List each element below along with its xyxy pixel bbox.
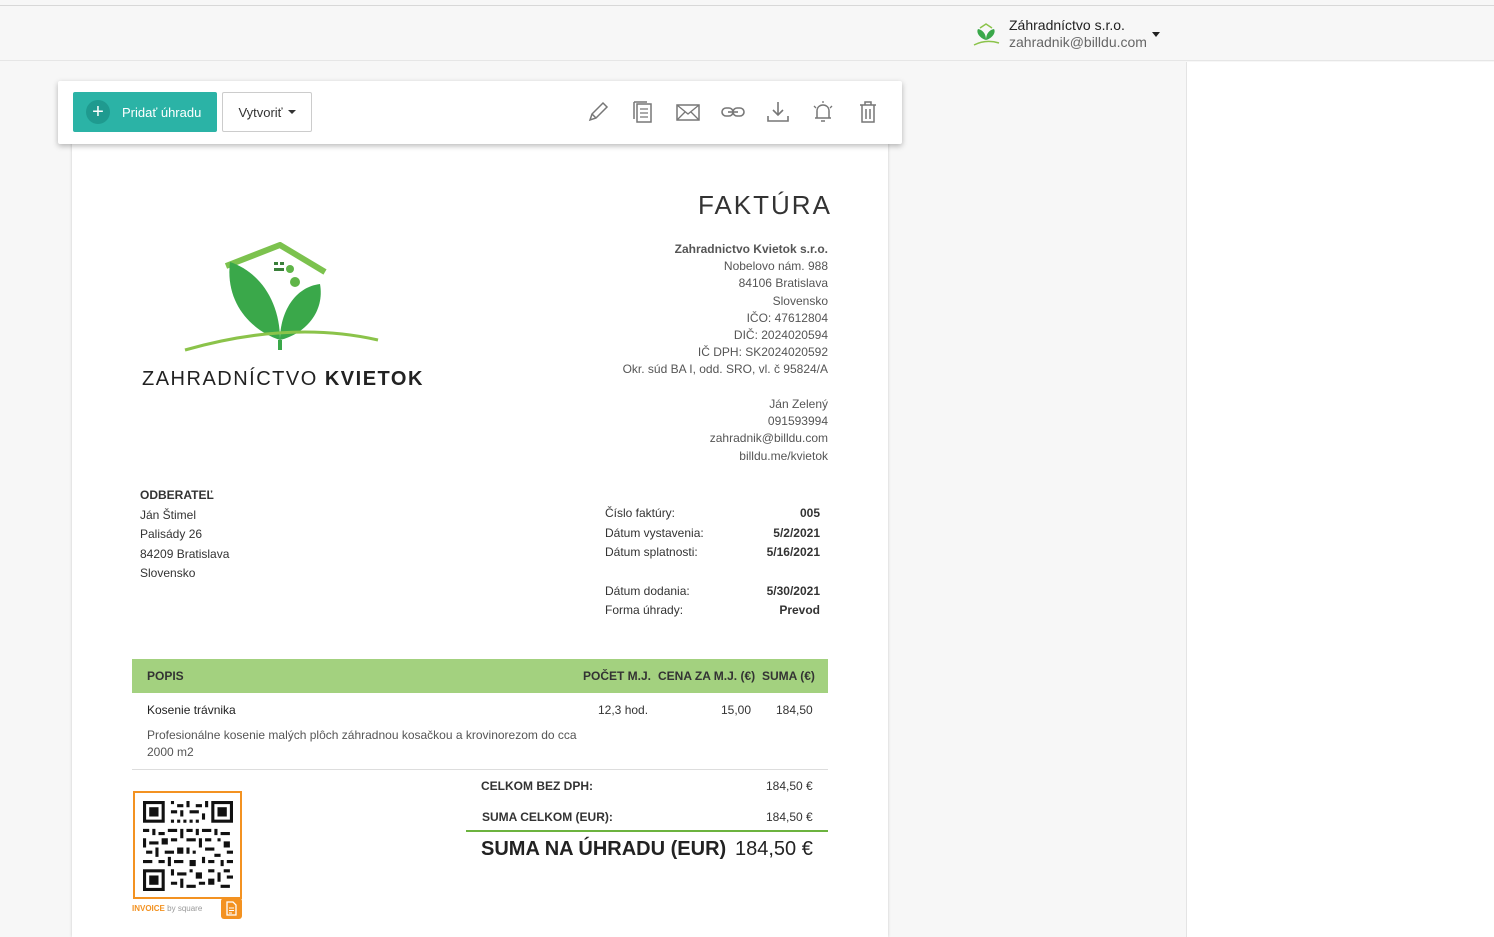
download-icon[interactable]	[765, 99, 791, 125]
logo-text-regular: ZAHRADNÍCTVO	[142, 368, 318, 390]
seller-icdph: IČ DPH: SK2024020592	[697, 345, 828, 360]
buyer-street: Palisády 26	[140, 527, 203, 541]
contact-email: zahradnik@billdu.com	[709, 431, 828, 446]
right-side-panel	[1186, 62, 1494, 937]
qr-code	[133, 791, 242, 899]
account-dropdown-caret-icon[interactable]	[1152, 32, 1160, 37]
due-date-label: Dátum splatnosti:	[605, 545, 698, 559]
invoice-number: 005	[799, 506, 820, 520]
copy-icon[interactable]	[630, 99, 656, 125]
contact-phone: 091593994	[767, 414, 828, 429]
buyer-city: 84209 Bratislava	[140, 546, 230, 561]
buyer-label: ODBERATEĽ	[140, 488, 214, 502]
pay-by-square-by: by square	[167, 904, 203, 913]
net-total: 184,50 €	[766, 779, 813, 793]
item-price: 15,00	[721, 703, 752, 717]
create-dropdown-button[interactable]: Vytvoriť	[222, 92, 312, 132]
total-divider	[466, 830, 828, 832]
seller-city: 84106 Bratislava	[738, 276, 828, 291]
seller-name: Zahradnictvo Kvietok s.r.o.	[674, 242, 828, 256]
link-icon[interactable]	[720, 99, 746, 125]
contact-person: Ján Zelený	[769, 397, 828, 411]
add-payment-button[interactable]: + Pridať úhradu	[73, 92, 217, 132]
app-header	[0, 6, 1494, 61]
trash-icon[interactable]	[855, 99, 881, 125]
payment-method-label: Forma úhrady:	[605, 603, 684, 617]
grand-total-label: SUMA CELKOM (EUR):	[482, 810, 613, 824]
due-date: 5/16/2021	[766, 545, 820, 559]
seller-block: Zahradnictvo Kvietok s.r.o. Nobelovo nám…	[568, 241, 828, 379]
buyer-name: Ján Štimel	[140, 507, 197, 522]
net-total-label: CELKOM BEZ DPH:	[481, 779, 593, 793]
divider	[132, 769, 828, 770]
buyer-country: Slovensko	[140, 566, 196, 580]
delivery-date-label: Dátum dodania:	[605, 583, 690, 598]
amount-due: 184,50 €	[735, 838, 813, 860]
item-sum: 184,50	[776, 703, 813, 717]
seller-ico: IČO: 47612804	[746, 310, 828, 325]
invoice-toolbar: + Pridať úhradu Vytvoriť	[58, 81, 902, 144]
col-sum-header: SUMA (€)	[762, 669, 815, 683]
create-label: Vytvoriť	[238, 104, 283, 120]
company-logo-text: ZAHRADNÍCTVO KVIETOK	[142, 368, 424, 391]
account-email: zahradnik@billdu.com	[1009, 34, 1147, 50]
invoice-title: FAKTÚRA	[698, 190, 832, 220]
amount-due-label: SUMA NA ÚHRADU (EUR)	[481, 838, 727, 860]
item-name: Kosenie trávnika	[147, 703, 236, 717]
contact-web: billdu.me/kvietok	[739, 448, 828, 463]
delivery-date: 5/30/2021	[766, 583, 820, 598]
qr-code-image	[143, 801, 233, 891]
plus-icon: +	[86, 100, 110, 124]
reminder-bell-icon[interactable]	[810, 99, 836, 125]
seller-street: Nobelovo nám. 988	[723, 259, 828, 274]
col-qty-header: POČET M.J.	[583, 669, 652, 683]
items-table-header: POPIS POČET M.J. CENA ZA M.J. (€) SUMA (…	[132, 659, 828, 693]
edit-icon[interactable]	[585, 99, 611, 125]
col-price-header: CENA ZA M.J. (€)	[658, 669, 756, 683]
company-logo-icon	[973, 23, 1000, 46]
email-icon[interactable]	[675, 99, 701, 125]
item-qty: 12,3 hod.	[598, 703, 649, 717]
chevron-down-icon	[287, 110, 296, 114]
issued-date: 5/2/2021	[773, 525, 820, 540]
invoice-number-label: Číslo faktúry:	[605, 506, 676, 520]
issued-date-label: Dátum vystavenia:	[605, 525, 704, 540]
logo-text-bold: KVIETOK	[324, 368, 424, 390]
payment-method: Prevod	[779, 603, 820, 617]
invoice-meta: Číslo faktúry: 005 Dátum vystavenia: 5/2/2…	[605, 504, 820, 621]
buyer-block: ODBERATEĽ Ján Štimel Palisády 26 84209 B…	[140, 486, 229, 584]
document-icon	[221, 898, 242, 919]
seller-country: Slovensko	[772, 293, 828, 308]
item-description: Profesionálne kosenie malých plôch záhra…	[147, 728, 577, 759]
col-desc-header: POPIS	[147, 669, 184, 683]
contact-block: Ján Zelený 091593994 zahradnik@billdu.co…	[628, 396, 828, 465]
seller-dic: DIČ: 2024020594	[733, 328, 828, 343]
account-menu[interactable]: Záhradníctvo s.r.o. zahradnik@billdu.com	[970, 17, 1147, 51]
grand-total: 184,50 €	[766, 810, 813, 824]
account-name: Záhradníctvo s.r.o.	[1009, 17, 1125, 33]
seller-register: Okr. súd BA I, odd. SRO, vl. č 95824/A	[622, 362, 828, 377]
pay-by-square-label: INVOICE by square	[132, 904, 202, 913]
pay-by-square-brand: INVOICE	[132, 904, 165, 913]
add-payment-label: Pridať úhradu	[122, 104, 202, 120]
